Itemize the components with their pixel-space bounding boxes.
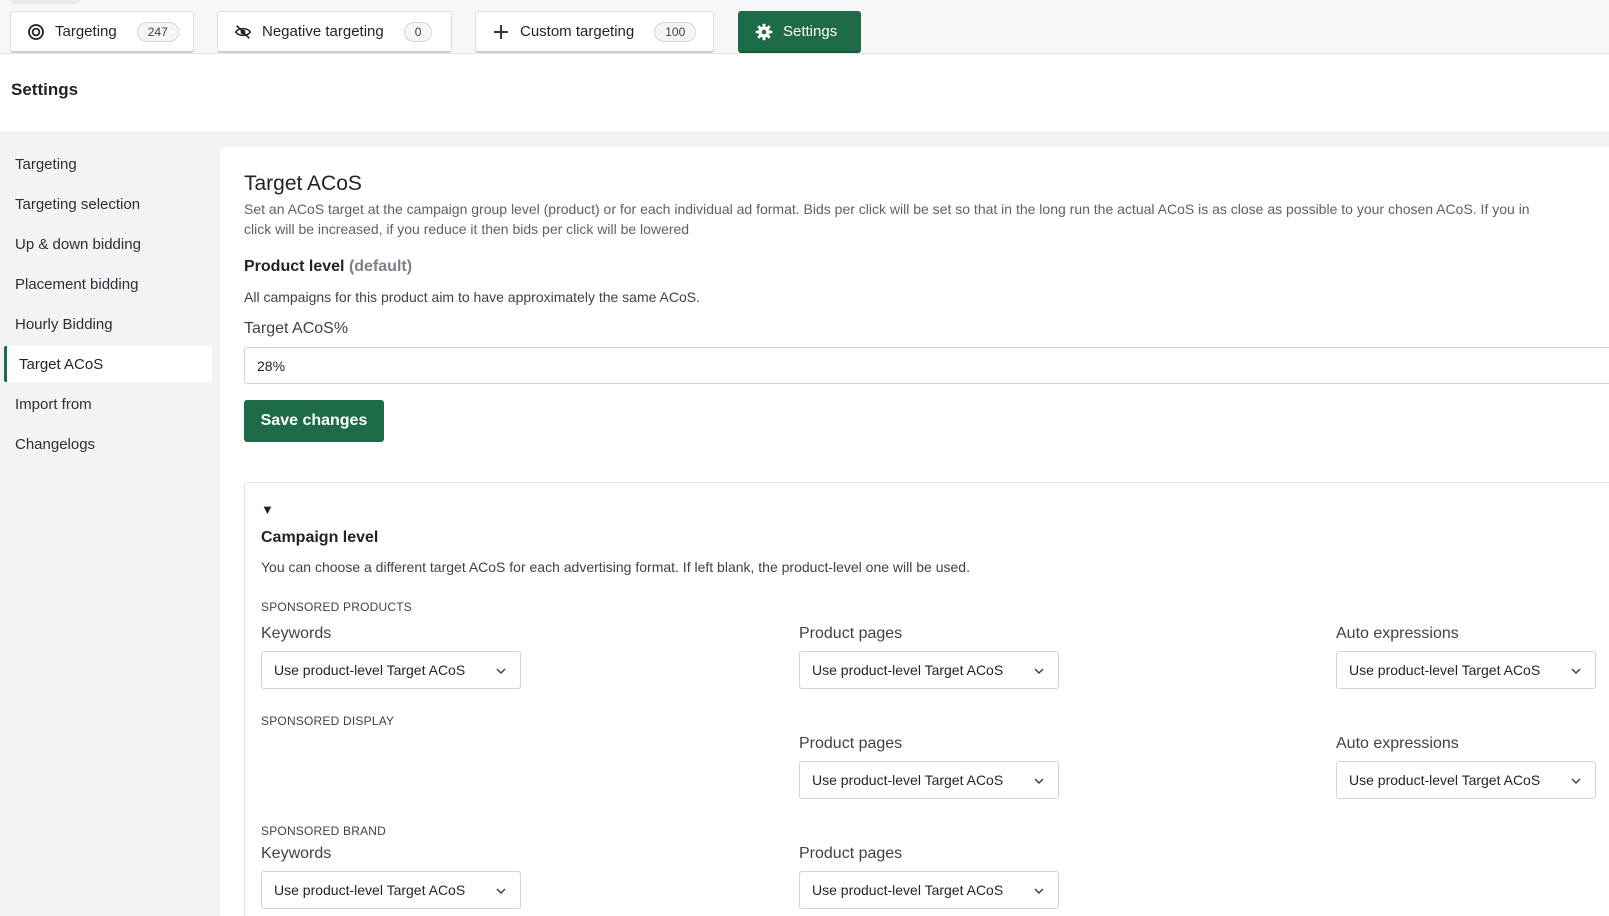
keywords-label: Keywords: [261, 845, 332, 862]
target-acos-label: Target ACoS%: [244, 320, 349, 337]
tab-custom-targeting[interactable]: Custom targeting 100: [475, 11, 714, 53]
keywords-label: Keywords: [261, 625, 332, 642]
tab-negative-targeting[interactable]: Negative targeting 0: [217, 11, 452, 53]
sidebar-item-target-acos[interactable]: Target ACoS: [4, 346, 212, 382]
sp-auto-expressions-select[interactable]: Use product-level Target ACoS: [1336, 651, 1596, 689]
target-icon: [27, 23, 45, 41]
chevron-down-icon: [1569, 774, 1583, 788]
sd-product-pages-select[interactable]: Use product-level Target ACoS: [799, 761, 1059, 799]
sponsored-brand-label: SPONSORED BRAND: [261, 824, 387, 838]
tab-label: Settings: [783, 23, 838, 40]
plus-icon: [492, 23, 510, 41]
section-title: Target ACoS: [244, 172, 362, 195]
chevron-down-icon: [494, 884, 508, 898]
target-acos-input[interactable]: [244, 347, 1609, 384]
chevron-down-icon: [1032, 664, 1046, 678]
product-level-description: All campaigns for this product aim to ha…: [244, 289, 700, 305]
gear-icon: [755, 23, 773, 41]
tab-settings[interactable]: Settings: [738, 11, 861, 53]
chevron-down-icon: [494, 664, 508, 678]
sb-product-pages-select[interactable]: Use product-level Target ACoS: [799, 871, 1059, 909]
sidebar-item-import-from[interactable]: Import from: [4, 386, 212, 422]
top-tab-bar: Targeting 247 Negative targeting 0 Custo…: [0, 0, 1609, 54]
campaign-level-description: You can choose a different target ACoS f…: [261, 559, 970, 575]
tab-count-badge: 100: [654, 21, 697, 42]
sidebar-item-hourly-bidding[interactable]: Hourly Bidding: [4, 306, 212, 342]
auto-expressions-label: Auto expressions: [1336, 735, 1459, 752]
sd-auto-expressions-select[interactable]: Use product-level Target ACoS: [1336, 761, 1596, 799]
eye-off-icon: [234, 23, 252, 41]
product-pages-label: Product pages: [799, 845, 903, 862]
campaign-level-card: [244, 482, 1609, 916]
campaign-level-title: Campaign level: [261, 529, 379, 546]
tab-targeting[interactable]: Targeting 247: [10, 11, 194, 53]
sidebar-item-changelogs[interactable]: Changelogs: [4, 426, 212, 462]
section-description: Set an ACoS target at the campaign group…: [244, 201, 1530, 237]
chevron-down-icon: [1569, 664, 1583, 678]
tab-label: Negative targeting: [262, 23, 384, 40]
save-changes-button[interactable]: Save changes: [244, 400, 384, 442]
tab-count-badge: 0: [403, 21, 433, 42]
sb-keywords-select[interactable]: Use product-level Target ACoS: [261, 871, 521, 909]
tab-count-badge: 247: [136, 21, 179, 42]
tab-label: Custom targeting: [520, 23, 635, 40]
sponsored-products-label: SPONSORED PRODUCTS: [261, 600, 412, 614]
sidebar-item-up-down-bidding[interactable]: Up & down bidding: [4, 226, 212, 262]
sidebar-item-targeting[interactable]: Targeting: [4, 146, 212, 182]
chevron-down-icon: [1032, 884, 1046, 898]
chevron-down-icon: [1032, 774, 1046, 788]
sponsored-display-label: SPONSORED DISPLAY: [261, 714, 395, 728]
product-level-heading: Product level (default): [244, 258, 413, 275]
auto-expressions-label: Auto expressions: [1336, 625, 1459, 642]
product-pages-label: Product pages: [799, 625, 903, 642]
page-title: Settings: [11, 80, 79, 99]
sp-keywords-select[interactable]: Use product-level Target ACoS: [261, 651, 521, 689]
product-pages-label: Product pages: [799, 735, 903, 752]
sidebar-item-placement-bidding[interactable]: Placement bidding: [4, 266, 212, 302]
collapse-toggle[interactable]: ▼: [261, 502, 274, 517]
sidebar-item-targeting-selection[interactable]: Targeting selection: [4, 186, 212, 222]
top-stub: [10, 0, 80, 4]
tab-label: Targeting: [55, 23, 117, 40]
sp-product-pages-select[interactable]: Use product-level Target ACoS: [799, 651, 1059, 689]
